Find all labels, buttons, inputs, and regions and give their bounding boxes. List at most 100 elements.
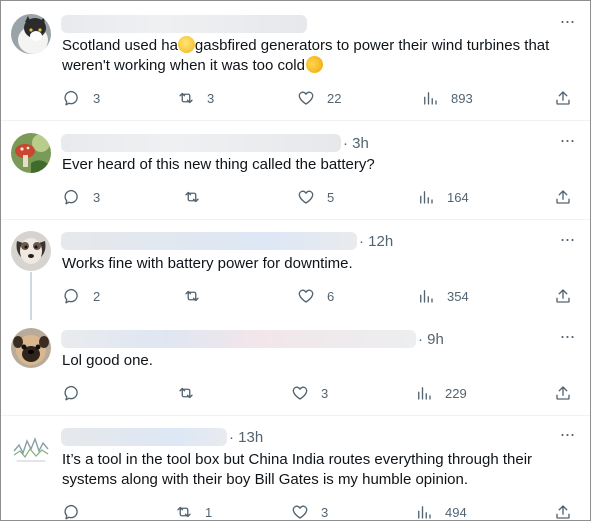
mushroom-avatar[interactable] — [11, 133, 51, 173]
redacted-username[interactable] — [61, 15, 307, 33]
tweet-text-part: gasbfired generators to power their wind… — [194, 37, 550, 54]
tweet-text-part: Lol good one. — [62, 352, 153, 369]
reply-button[interactable]: 3 — [63, 87, 100, 109]
tweet-time[interactable]: · 3h — [343, 135, 369, 152]
chart-avatar[interactable] — [11, 427, 51, 467]
tweet-text: Works fine with battery power for downti… — [62, 254, 353, 274]
share-button[interactable] — [554, 285, 572, 307]
views-button[interactable]: 494 — [415, 501, 467, 520]
share-button[interactable] — [554, 501, 572, 520]
redacted-username[interactable] — [61, 330, 416, 348]
repost-count: 3 — [207, 90, 215, 106]
repost-icon — [185, 191, 199, 203]
redacted-username[interactable] — [61, 134, 341, 152]
share-icon — [556, 190, 570, 204]
repost-count: 1 — [205, 504, 213, 520]
tweet-actions: 3 229 — [61, 382, 581, 404]
like-button[interactable]: 3 — [291, 501, 328, 520]
tweet-text-part: It’s a tool in the tool box but China In… — [62, 451, 533, 468]
like-button[interactable]: 22 — [297, 87, 341, 109]
like-button[interactable]: 5 — [297, 186, 334, 208]
views-button[interactable]: 893 — [421, 87, 473, 109]
pug-avatar[interactable] — [11, 328, 51, 368]
heart-icon — [292, 505, 308, 519]
tweet[interactable]: · 12h ··· Works fine with battery power … — [1, 220, 590, 320]
like-button[interactable]: 3 — [291, 382, 328, 404]
cat-avatar[interactable] — [11, 14, 51, 54]
views-chart-icon — [424, 92, 437, 105]
views-button[interactable]: 229 — [415, 382, 467, 404]
reply-button[interactable]: 2 — [63, 285, 100, 307]
reply-icon — [64, 288, 78, 304]
more-options-icon[interactable]: ··· — [558, 327, 576, 349]
tweet[interactable]: · 3h ··· Ever heard of this new thing ca… — [1, 121, 590, 220]
repost-icon — [179, 387, 193, 399]
view-count: 164 — [447, 189, 469, 205]
heart-icon — [292, 386, 308, 400]
reply-count: 3 — [93, 189, 101, 205]
tweet-text-part: Scotland used ha — [62, 37, 178, 54]
repost-button[interactable] — [183, 186, 213, 208]
tweet-text: It’s a tool in the tool box but China In… — [62, 450, 532, 490]
thread-connector-line — [30, 272, 32, 320]
reply-icon — [64, 504, 78, 520]
redacted-username[interactable] — [61, 428, 227, 446]
tweet-header — [61, 14, 309, 34]
more-options-icon[interactable]: ··· — [558, 12, 576, 34]
tweet[interactable]: · 13h ··· It’s a tool in the tool box bu… — [1, 416, 590, 520]
tweet-time[interactable]: · 9h — [418, 331, 444, 348]
heart-icon — [298, 289, 314, 303]
views-chart-icon — [418, 387, 431, 400]
repost-button[interactable] — [177, 382, 207, 404]
repost-button[interactable]: 1 — [175, 501, 213, 520]
heart-icon — [298, 190, 314, 204]
repost-button[interactable]: 3 — [177, 87, 214, 109]
share-button[interactable] — [554, 382, 572, 404]
like-count: 6 — [327, 288, 335, 304]
repost-icon — [177, 506, 191, 518]
view-count: 893 — [451, 90, 473, 106]
tweet-header: · 13h — [61, 427, 263, 447]
tweet-text: Lol good one. — [62, 351, 153, 371]
more-options-icon[interactable]: ··· — [558, 230, 576, 252]
share-icon — [556, 505, 570, 519]
views-chart-icon — [420, 290, 433, 303]
tweet-actions: 1 3 494 — [61, 501, 581, 520]
reply-icon — [64, 90, 78, 106]
reply-button[interactable] — [63, 501, 93, 520]
share-icon — [556, 289, 570, 303]
repost-icon — [185, 290, 199, 302]
tweet-time[interactable]: · 12h — [359, 233, 393, 250]
reply-count: 2 — [93, 288, 101, 304]
views-chart-icon — [418, 506, 431, 519]
dog-avatar[interactable] — [11, 231, 51, 271]
tweet[interactable]: · 9h ··· Lol good one. 3 229 — [1, 318, 590, 416]
share-icon — [556, 91, 570, 105]
tweet-actions: 3 3 22 893 — [61, 87, 581, 109]
tweet-text-part: Ever heard of this new thing called the … — [62, 156, 375, 173]
tweet-time[interactable]: · 13h — [229, 429, 263, 446]
like-button[interactable]: 6 — [297, 285, 334, 307]
more-options-icon[interactable]: ··· — [558, 425, 576, 447]
like-count: 5 — [327, 189, 335, 205]
repost-button[interactable] — [183, 285, 213, 307]
reply-thread: ··· Scotland used ha gasbfired generators… — [0, 0, 591, 521]
tweet-text: Ever heard of this new thing called the … — [62, 155, 375, 175]
repost-icon — [179, 92, 193, 104]
like-count: 22 — [327, 90, 342, 106]
reply-button[interactable]: 3 — [63, 186, 100, 208]
heart-icon — [298, 91, 314, 105]
share-button[interactable] — [554, 186, 572, 208]
more-options-icon[interactable]: ··· — [558, 131, 576, 153]
redacted-username[interactable] — [61, 232, 357, 250]
tweet[interactable]: ··· Scotland used ha gasbfired generators… — [1, 1, 590, 121]
share-icon — [556, 386, 570, 400]
reply-button[interactable] — [63, 382, 93, 404]
tweet-header: · 3h — [61, 133, 369, 153]
views-button[interactable]: 354 — [417, 285, 469, 307]
views-button[interactable]: 164 — [417, 186, 469, 208]
tweet-header: · 12h — [61, 231, 393, 251]
view-count: 494 — [445, 504, 467, 520]
share-button[interactable] — [554, 87, 572, 109]
hatching-chick-emoji-icon — [177, 36, 195, 53]
